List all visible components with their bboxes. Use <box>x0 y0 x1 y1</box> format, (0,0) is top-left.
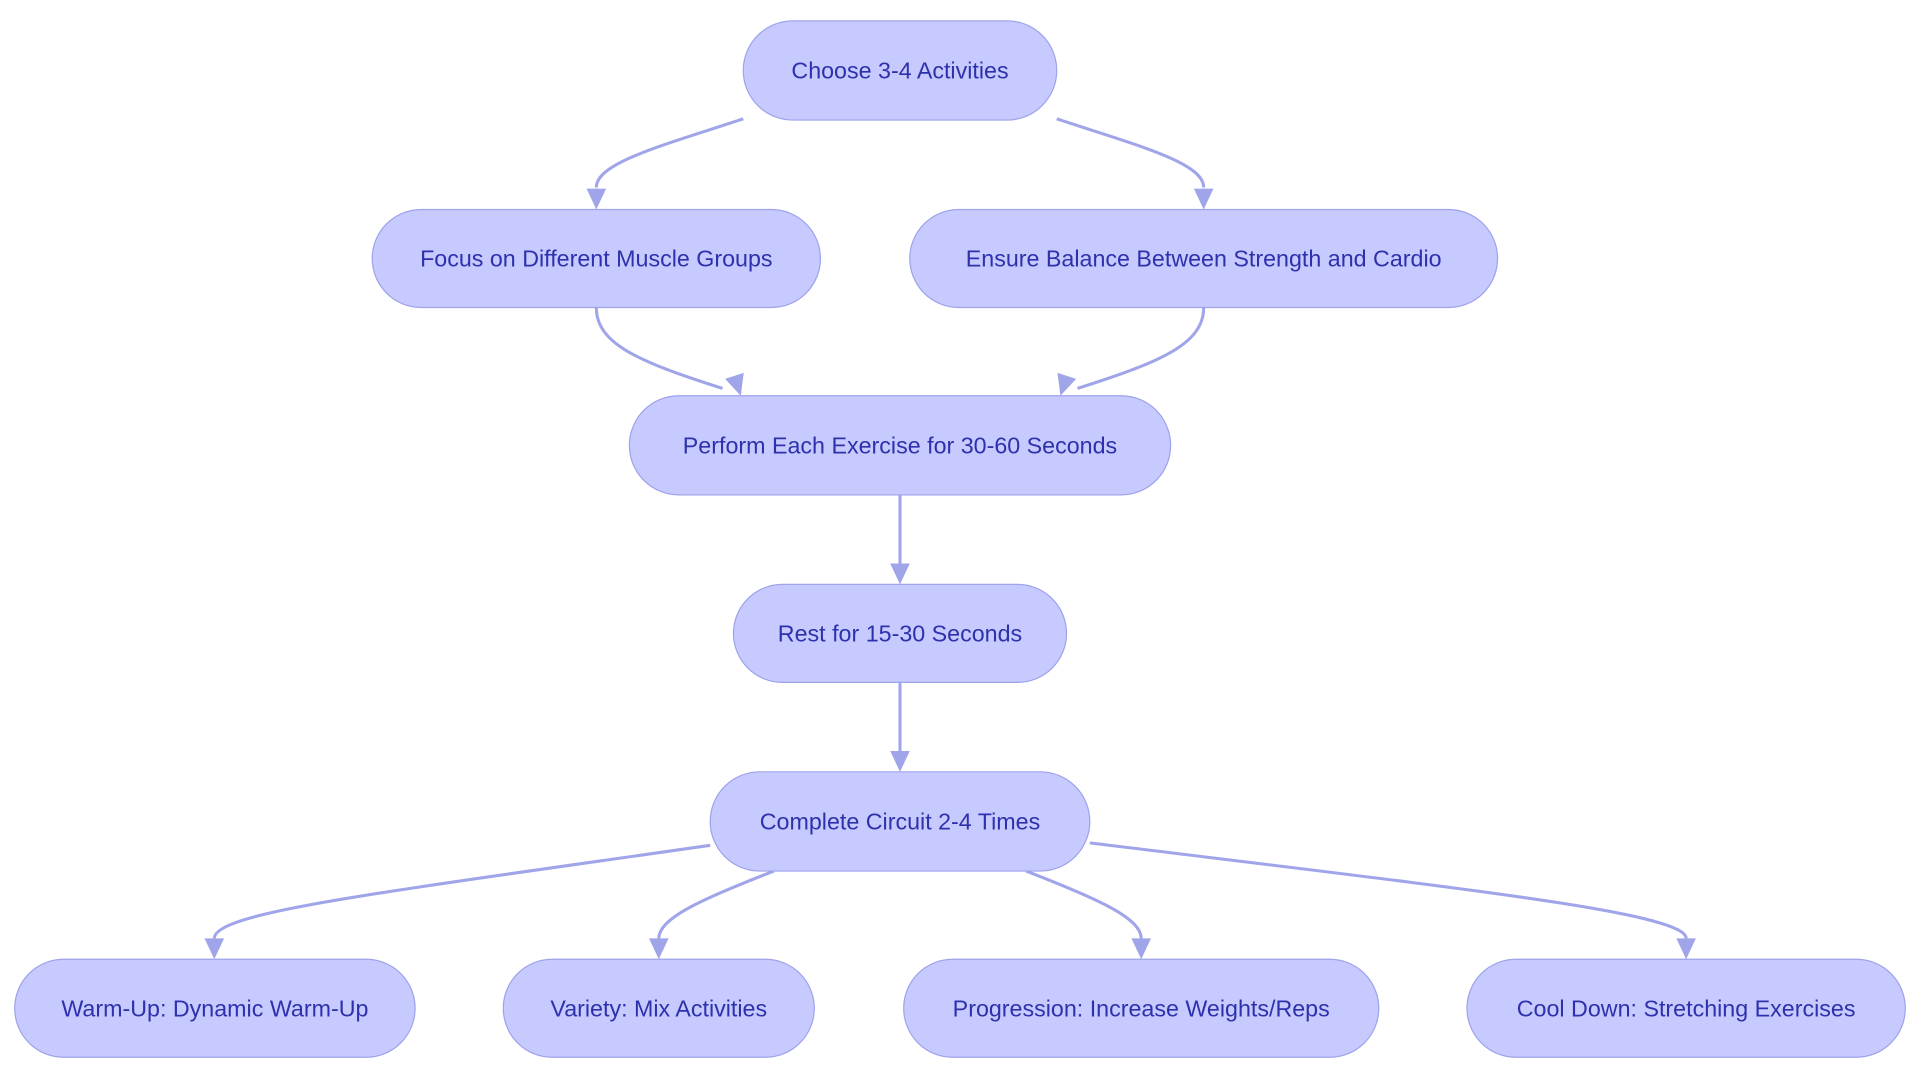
arrowhead-icon <box>204 938 225 960</box>
node-label: Focus on Different Muscle Groups <box>420 245 773 271</box>
edge-balance-perform <box>1077 307 1206 390</box>
node-choose: Choose 3-4 Activities <box>742 20 1058 121</box>
node-focus: Focus on Different Muscle Groups <box>371 208 822 309</box>
node-complete: Complete Circuit 2-4 Times <box>709 771 1091 872</box>
node-label: Progression: Increase Weights/Reps <box>953 995 1330 1021</box>
edge-focus-perform <box>594 307 723 390</box>
node-cooldown: Cool Down: Stretching Exercises <box>1466 958 1906 1058</box>
node-variety: Variety: Mix Activities <box>502 958 815 1058</box>
edge-complete-progression <box>1025 869 1143 939</box>
edge-choose-balance <box>1056 117 1206 188</box>
arrowhead-icon <box>890 563 910 585</box>
node-label: Choose 3-4 Activities <box>791 57 1008 83</box>
arrowhead-icon <box>586 188 607 210</box>
node-label: Variety: Mix Activities <box>550 995 767 1021</box>
node-label: Ensure Balance Between Strength and Card… <box>966 245 1442 271</box>
edge-complete-warmup <box>212 843 711 939</box>
edge-choose-focus <box>594 117 744 188</box>
edge-complete-cooldown <box>1089 841 1688 939</box>
arrowhead-icon <box>1131 938 1152 960</box>
node-progression: Progression: Increase Weights/Reps <box>903 958 1380 1058</box>
arrowhead-icon <box>890 750 910 772</box>
node-rest: Rest for 15-30 Seconds <box>732 583 1068 684</box>
node-perform: Perform Each Exercise for 30-60 Seconds <box>628 395 1172 496</box>
arrowhead-icon <box>1057 372 1077 396</box>
nodes: Choose 3-4 Activities Focus on Different … <box>14 20 1906 1058</box>
arrowhead-icon <box>1193 188 1214 210</box>
node-label: Perform Each Exercise for 30-60 Seconds <box>683 432 1117 458</box>
flowchart: Choose 3-4 Activities Focus on Different … <box>14 20 1906 1058</box>
arrowhead-icon <box>648 938 669 960</box>
arrowhead-icon <box>1676 938 1696 960</box>
node-label: Complete Circuit 2-4 Times <box>760 808 1040 834</box>
node-label: Rest for 15-30 Seconds <box>778 620 1022 646</box>
node-warmup: Warm-Up: Dynamic Warm-Up <box>14 958 416 1058</box>
node-label: Warm-Up: Dynamic Warm-Up <box>61 995 368 1021</box>
node-label: Cool Down: Stretching Exercises <box>1517 995 1856 1021</box>
arrowhead-icon <box>725 372 744 396</box>
node-balance: Ensure Balance Between Strength and Card… <box>909 208 1499 309</box>
edge-complete-variety <box>657 869 775 939</box>
